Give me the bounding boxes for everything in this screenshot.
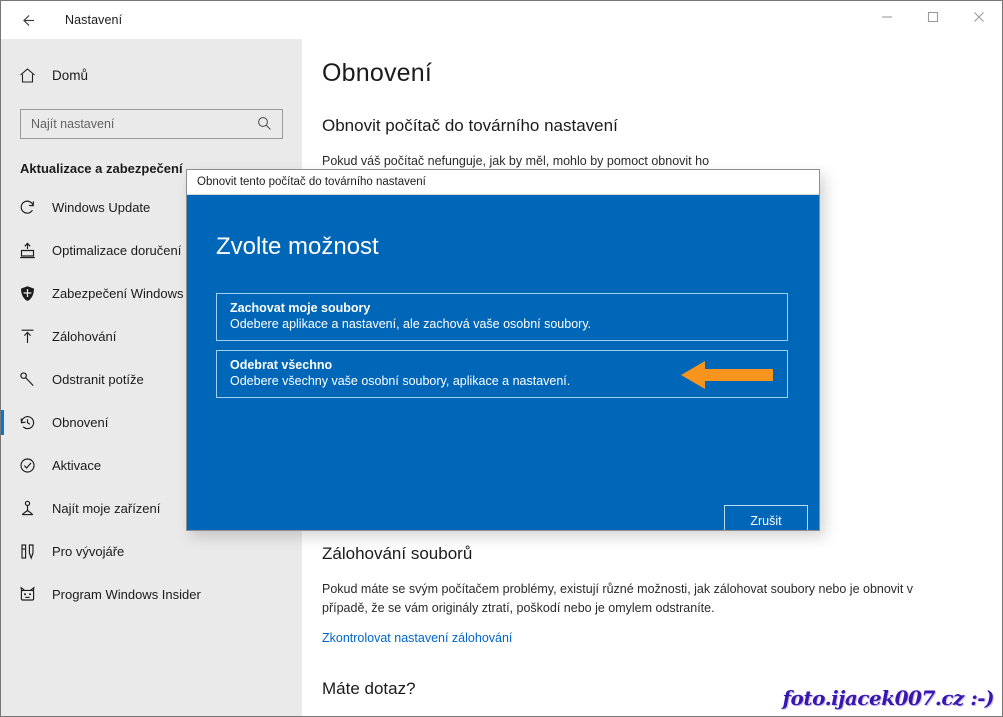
history-clock-icon <box>18 413 48 432</box>
search-input[interactable] <box>21 111 251 137</box>
home-icon <box>18 66 48 85</box>
window-title: Nastavení <box>65 13 123 27</box>
maximize-icon <box>927 11 939 23</box>
sidebar-item-label: Pro vývojáře <box>52 544 125 559</box>
upload-arrow-icon <box>18 327 48 346</box>
window-titlebar: Nastavení <box>1 1 1002 39</box>
cancel-button[interactable]: Zrušit <box>724 505 808 530</box>
sidebar-item-label: Odstranit potíže <box>52 372 144 387</box>
dialog-heading: Zvolte možnost <box>216 233 379 260</box>
window-controls <box>864 1 1002 33</box>
sidebar-item-label: Zálohování <box>52 329 117 344</box>
dialog-body: Zvolte možnost Zachovat moje soubory Ode… <box>187 195 819 530</box>
minimize-button[interactable] <box>864 1 910 33</box>
minimize-icon <box>882 16 892 18</box>
arrow-left-annotation-icon <box>681 359 773 396</box>
dialog-titlebar-text: Obnovit tento počítač do továrního nasta… <box>197 176 426 188</box>
backup-section: Zálohování souborů Pokud máte se svým po… <box>322 544 932 647</box>
sidebar-item-label: Aktivace <box>52 458 102 473</box>
settings-window: Nastavení Domů Najít nastavení Aktualiza… <box>0 0 1003 717</box>
refresh-icon <box>18 198 48 217</box>
close-icon <box>974 12 984 22</box>
reset-section-heading: Obnovit počítač do továrního nastavení <box>322 116 618 135</box>
watermark: foto.ijacek007.cz :-) <box>782 686 994 710</box>
question-section: Máte dotaz? <box>322 679 416 699</box>
sidebar-item-label: Najít moje zařízení <box>52 501 161 516</box>
question-section-heading: Máte dotaz? <box>322 679 416 698</box>
developer-tools-icon <box>18 542 48 561</box>
shield-icon <box>18 284 48 303</box>
sidebar-item-label: Windows Update <box>52 200 151 215</box>
search-box[interactable] <box>20 109 283 139</box>
backup-section-heading: Zálohování souborů <box>322 544 473 563</box>
page-title: Obnovení <box>322 59 433 87</box>
insider-cat-icon <box>18 585 48 604</box>
option-keep-my-files[interactable]: Zachovat moje soubory Odebere aplikace a… <box>216 293 788 341</box>
arrow-left-icon <box>22 14 34 26</box>
option-remove-everything[interactable]: Odebrat všechno Odebere všechny vaše oso… <box>216 350 788 398</box>
sidebar-item-windows-insider-program[interactable]: Program Windows Insider <box>1 573 302 616</box>
sidebar-item-label: Optimalizace doručení <box>52 243 182 258</box>
backup-settings-link[interactable]: Zkontrolovat nastavení zálohování <box>322 631 512 645</box>
sidebar-item-label: Program Windows Insider <box>52 587 201 602</box>
option-title: Zachovat moje soubory <box>230 301 371 315</box>
dialog-titlebar: Obnovit tento počítač do továrního nasta… <box>187 170 819 195</box>
search-icon[interactable] <box>256 115 273 137</box>
check-circle-icon <box>18 456 48 475</box>
back-button[interactable] <box>5 4 51 36</box>
reset-pc-dialog: Obnovit tento počítač do továrního nasta… <box>186 169 820 531</box>
close-button[interactable] <box>956 1 1002 33</box>
sidebar-item-home-label: Domů <box>52 67 89 83</box>
find-device-icon <box>18 499 48 518</box>
sidebar-item-label: Obnovení <box>52 415 109 430</box>
delivery-optimization-icon <box>18 241 48 260</box>
wrench-icon <box>18 370 48 389</box>
sidebar-item-label: Zabezpečení Windows <box>52 286 184 301</box>
sidebar-item-home[interactable]: Domů <box>1 55 302 95</box>
maximize-button[interactable] <box>910 1 956 33</box>
backup-section-paragraph: Pokud máte se svým počítačem problémy, e… <box>322 582 914 615</box>
option-description: Odebere aplikace a nastavení, ale zachov… <box>230 317 592 331</box>
